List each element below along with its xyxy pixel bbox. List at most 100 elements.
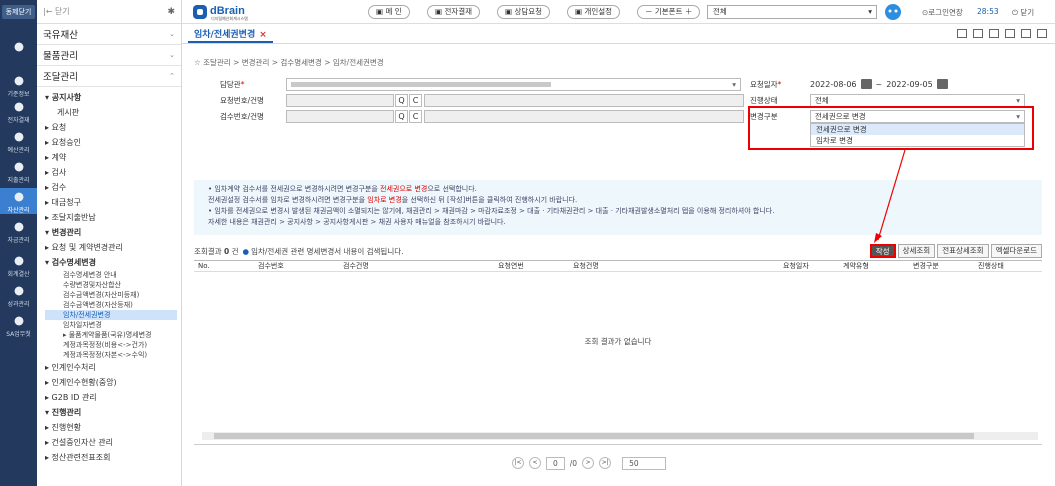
column-header[interactable]: No.: [194, 262, 254, 270]
rail-item-send[interactable]: 전자결재: [0, 98, 37, 124]
send-icon: [11, 101, 26, 113]
header-button[interactable]: ▣ 개인설정: [567, 5, 621, 19]
menu-category[interactable]: 물품관리 ⌄: [37, 45, 181, 66]
rail-item-home[interactable]: 기준정보: [0, 72, 37, 98]
menu-item[interactable]: ▸ 진행현황: [45, 420, 181, 435]
menu-item[interactable]: 계정과목정정(비용<->건가): [45, 340, 181, 350]
column-header[interactable]: 요청일자: [779, 261, 839, 271]
header-button[interactable]: ▣ 전자결재: [427, 5, 481, 19]
menu-item[interactable]: 게시판: [45, 105, 181, 120]
column-header[interactable]: 요청연번: [494, 261, 569, 271]
close-icon[interactable]: ×: [259, 30, 267, 40]
column-header[interactable]: 검수번호: [254, 261, 339, 271]
rail-item-folder[interactable]: SA업무첫: [0, 312, 37, 338]
chatbot-icon[interactable]: [884, 3, 902, 21]
rail-close-button[interactable]: 동제닫기: [2, 5, 35, 19]
column-header[interactable]: 검수건명: [339, 261, 494, 271]
result-button[interactable]: 작성: [869, 244, 896, 258]
menu-item[interactable]: ▸ 검수: [45, 180, 181, 195]
menu-item[interactable]: ▸ 조달지출반납: [45, 210, 181, 225]
result-button[interactable]: 전표상세조회: [937, 244, 989, 258]
pin-icon[interactable]: ✱: [167, 7, 175, 17]
column-header[interactable]: 계약유형: [839, 261, 909, 271]
result-button[interactable]: 상세조회: [897, 244, 936, 258]
menu-item[interactable]: 임차일자변경: [45, 320, 181, 330]
font-size-control[interactable]: － 기본폰트 ＋: [637, 5, 701, 19]
menu-item[interactable]: ▸ 요청: [45, 120, 181, 135]
menu-item[interactable]: 검수금액변경(자산미등재): [45, 290, 181, 300]
menu-item[interactable]: ▾ 검수명세변경: [45, 255, 181, 270]
header-button[interactable]: ▣ 상담요청: [497, 5, 551, 19]
rail-item-fund[interactable]: 자금관리: [0, 218, 37, 244]
inspection-no-input[interactable]: [286, 109, 394, 123]
layout-grid-icon[interactable]: [957, 29, 967, 38]
next-page-icon[interactable]: >: [582, 457, 595, 469]
menu-category[interactable]: 조달관리 ⌃: [37, 66, 181, 87]
manager-select[interactable]: [286, 77, 741, 91]
tab-lease-change[interactable]: 임차/전세권변경 ×: [188, 27, 273, 43]
rail-item-search[interactable]: [0, 38, 37, 64]
menu-item[interactable]: 수량변경및자산합산: [45, 280, 181, 290]
search-icon[interactable]: Q: [395, 109, 408, 123]
rail-item-building[interactable]: 자산관리: [0, 188, 37, 214]
menu-item[interactable]: ▸ 인계인수현황(중앙): [45, 375, 181, 390]
inspection-title-input[interactable]: [424, 109, 744, 123]
page-size-select[interactable]: 50: [622, 456, 667, 470]
request-no-input[interactable]: [286, 93, 394, 107]
menu-item[interactable]: 임차/전세권변경: [45, 310, 177, 320]
menu-item[interactable]: ▸ 검사: [45, 165, 181, 180]
menu-category[interactable]: 국유재산 ⌄: [37, 24, 181, 45]
window-restore-icon[interactable]: [1021, 29, 1031, 38]
window-close-icon[interactable]: [1037, 29, 1047, 38]
menu-close-label[interactable]: |← 닫기: [43, 6, 70, 17]
request-title-input[interactable]: [424, 93, 744, 107]
last-page-icon[interactable]: >|: [599, 457, 612, 469]
result-button[interactable]: 엑셀다운로드: [990, 244, 1042, 258]
menu-item[interactable]: 검수명세변경 안내: [45, 270, 181, 280]
header-button[interactable]: ▣ 메 인: [368, 5, 410, 19]
menu-item[interactable]: ▸ 물품계약물품(국유)명세변경: [45, 330, 181, 340]
calendar-icon[interactable]: [936, 79, 948, 89]
menu-item[interactable]: ▾ 공지사항: [45, 90, 181, 105]
column-header[interactable]: 요청건명: [569, 261, 779, 271]
menu-item[interactable]: ▸ 계약: [45, 150, 181, 165]
prev-page-icon[interactable]: <: [529, 457, 541, 469]
layout-split-icon[interactable]: [973, 29, 983, 38]
menu-item[interactable]: ▸ 요청 및 계약변경관리: [45, 240, 181, 255]
page-input[interactable]: 0: [546, 456, 565, 470]
column-header[interactable]: 진행상태: [974, 261, 1042, 271]
menu-close-bar[interactable]: |← 닫기 ✱: [37, 0, 181, 24]
first-page-icon[interactable]: |<: [512, 457, 524, 469]
layout-rows-icon[interactable]: [1005, 29, 1015, 38]
menu-item[interactable]: ▸ 건설중인자산 관리: [45, 435, 181, 450]
column-header[interactable]: 변경구분: [909, 261, 974, 271]
status-select[interactable]: 전체: [810, 93, 1025, 107]
date-from[interactable]: 2022-08-06: [810, 80, 857, 89]
horizontal-scrollbar[interactable]: [202, 432, 1038, 440]
menu-item[interactable]: 검수금액변경(자산등재): [45, 300, 181, 310]
reset-icon[interactable]: C: [409, 93, 422, 107]
menu-item[interactable]: ▸ 인계인수처리: [45, 360, 181, 375]
layout-columns-icon[interactable]: [989, 29, 999, 38]
menu-item[interactable]: ▾ 진행관리: [45, 405, 181, 420]
menu-item[interactable]: ▸ 요청승인: [45, 135, 181, 150]
menu-item[interactable]: ▾ 변경관리: [45, 225, 181, 240]
menu-item[interactable]: ▸ G2B ID 관리: [45, 390, 181, 405]
search-icon[interactable]: Q: [395, 93, 408, 107]
scope-select[interactable]: 전체 ▾: [707, 5, 877, 19]
calendar-icon[interactable]: [860, 79, 872, 89]
reset-icon[interactable]: C: [409, 109, 422, 123]
rail-item-pay[interactable]: 지출관리: [0, 158, 37, 184]
menu-item[interactable]: ▸ 대금청구: [45, 195, 181, 210]
scroll-thumb[interactable]: [214, 433, 974, 439]
breadcrumb: ☆ 조달관리 > 변경관리 > 검수명세변경 > 임차/전세권변경: [194, 58, 384, 67]
dbrain-logo[interactable]: dBrain 디지털예산회계시스템: [192, 3, 272, 21]
rail-item-coins[interactable]: 예산관리: [0, 128, 37, 154]
login-extend-button[interactable]: ⊙로그인연장: [922, 7, 963, 18]
menu-item[interactable]: 계정과목정정(자본<->수익): [45, 350, 181, 360]
menu-item[interactable]: ▸ 정산관련전표조회: [45, 450, 181, 465]
rail-item-chart[interactable]: 성과관리: [0, 282, 37, 308]
logout-button[interactable]: ⏻ 닫기: [1012, 7, 1034, 18]
date-to[interactable]: 2022-09-05: [886, 80, 933, 89]
rail-item-ledger[interactable]: 회계결산: [0, 252, 37, 278]
